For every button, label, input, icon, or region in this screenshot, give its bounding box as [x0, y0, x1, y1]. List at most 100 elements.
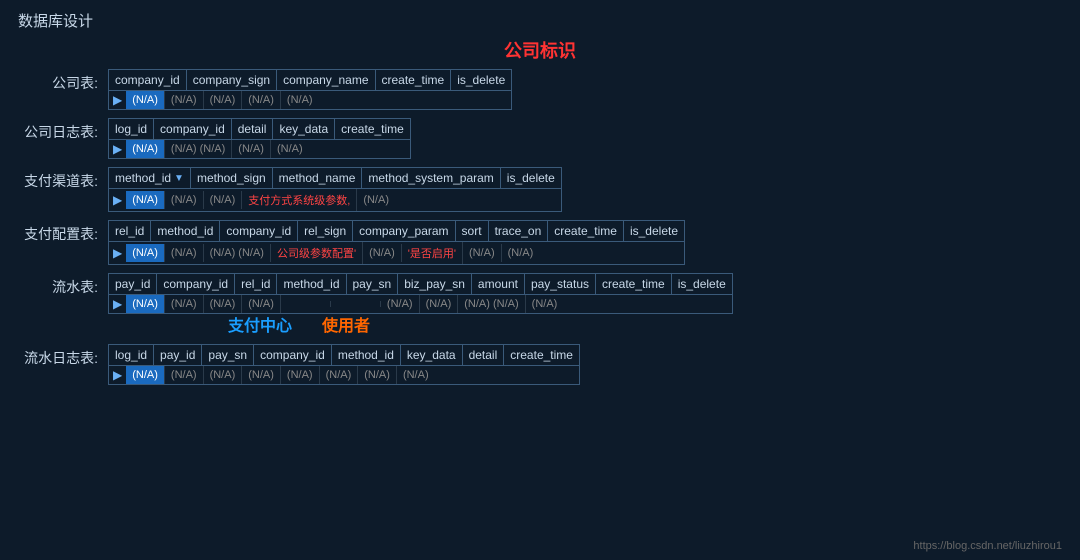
col-is-delete: is_delete — [672, 274, 732, 294]
cell-sort: (N/A) — [363, 244, 402, 262]
cell-method-id: (N/A) — [242, 295, 281, 313]
cell-company-id: (N/A) — [242, 366, 281, 384]
cell-pay-status: (N/A) — [420, 295, 459, 313]
cell-pay-sn — [281, 301, 331, 307]
company-log-table-row: 公司日志表: log_id company_id detail key_data… — [18, 118, 1062, 159]
cell-company-id: (N/A) — [126, 91, 165, 109]
page-title: 数据库设计 — [0, 0, 1080, 35]
col-detail: detail — [463, 345, 505, 365]
payment-channel-table: method_id ▼ method_sign method_name meth… — [108, 167, 562, 212]
col-sort: sort — [456, 221, 489, 241]
cell-is-delete: (N/A) — [502, 244, 540, 262]
cell-method-system-param: 支付方式系统级参数, — [242, 189, 357, 211]
col-method-id: method_id — [277, 274, 346, 294]
cell-company-id: (N/A) (N/A) — [165, 140, 232, 158]
col-method-name: method_name — [273, 168, 363, 188]
col-rel-id: rel_id — [235, 274, 277, 294]
watermark: https://blog.csdn.net/liuzhirou1 — [913, 540, 1062, 552]
cell-company-param: 公司级参数配置' — [271, 242, 363, 264]
cell-create-time: (N/A) (N/A) — [458, 295, 525, 313]
col-is-delete: is_delete — [451, 70, 511, 90]
company-log-table: log_id company_id detail key_data create… — [108, 118, 411, 159]
col-create-time: create_time — [376, 70, 452, 90]
col-rel-sign: rel_sign — [298, 221, 353, 241]
col-log-id: log_id — [109, 119, 154, 139]
company-table-label: 公司表: — [18, 69, 108, 93]
col-biz-pay-sn: biz_pay_sn — [398, 274, 472, 294]
col-method-sign: method_sign — [191, 168, 273, 188]
center-label: 公司标识 — [18, 37, 1062, 63]
col-create-time: create_time — [504, 345, 579, 365]
payment-channel-label: 支付渠道表: — [18, 167, 108, 191]
cell-biz-pay-sn — [331, 301, 381, 307]
col-company-name: company_name — [277, 70, 375, 90]
cell-is-delete: (N/A) — [281, 91, 319, 109]
row-arrow: ▶ — [109, 244, 126, 262]
cell-create-time: (N/A) — [242, 91, 281, 109]
col-company-id: company_id — [154, 119, 232, 139]
cell-company-name: (N/A) — [204, 91, 243, 109]
col-is-delete: is_delete — [501, 168, 561, 188]
col-is-delete: is_delete — [624, 221, 684, 241]
cell-method-sign: (N/A) — [165, 191, 204, 209]
cell-create-time: (N/A) — [397, 366, 435, 384]
cell-pay-id: (N/A) — [126, 295, 165, 313]
flow-log-label: 流水日志表: — [18, 344, 108, 368]
row-arrow: ▶ — [109, 295, 126, 313]
col-amount: amount — [472, 274, 525, 294]
col-company-id: company_id — [220, 221, 298, 241]
col-rel-id: rel_id — [109, 221, 151, 241]
row-arrow: ▶ — [109, 91, 126, 109]
col-company-param: company_param — [353, 221, 455, 241]
cell-amount: (N/A) — [381, 295, 420, 313]
col-create-time: create_time — [335, 119, 410, 139]
col-method-id: method_id ▼ — [109, 168, 191, 188]
payment-config-table-row: 支付配置表: rel_id method_id company_id rel_s… — [18, 220, 1062, 265]
cell-rel-id: (N/A) — [204, 295, 243, 313]
cell-key-data: (N/A) — [320, 366, 359, 384]
cell-detail: (N/A) — [232, 140, 271, 158]
company-table: company_id company_sign company_name cre… — [108, 69, 512, 110]
flow-log-table-row: 流水日志表: log_id pay_id pay_sn company_id m… — [18, 344, 1062, 385]
flow-log-table: log_id pay_id pay_sn company_id method_i… — [108, 344, 580, 385]
cell-method-name: (N/A) — [204, 191, 243, 209]
col-company-sign: company_sign — [187, 70, 277, 90]
col-method-id: method_id — [151, 221, 220, 241]
cell-pay-sn: (N/A) — [204, 366, 243, 384]
col-pay-id: pay_id — [109, 274, 157, 294]
cell-is-delete: (N/A) — [526, 295, 564, 313]
cell-method-id: (N/A) — [281, 366, 320, 384]
flow-table: pay_id company_id rel_id method_id pay_s… — [108, 273, 733, 314]
cell-detail: (N/A) — [358, 366, 397, 384]
col-pay-id: pay_id — [154, 345, 202, 365]
col-company-id: company_id — [254, 345, 332, 365]
col-trace-on: trace_on — [489, 221, 549, 241]
col-method-id: method_id — [332, 345, 401, 365]
cell-create-time: (N/A) — [463, 244, 502, 262]
cell-method-id: (N/A) — [126, 191, 165, 209]
flow-table-row: 流水表: pay_id company_id rel_id method_id … — [18, 273, 1062, 336]
payment-config-table: rel_id method_id company_id rel_sign com… — [108, 220, 685, 265]
row-arrow: ▶ — [109, 366, 126, 384]
col-pay-sn: pay_sn — [202, 345, 254, 365]
col-create-time: create_time — [548, 221, 624, 241]
cell-pay-id: (N/A) — [165, 366, 204, 384]
row-arrow: ▶ — [109, 140, 126, 158]
flow-center-label: 支付中心 — [228, 312, 292, 336]
flow-table-label: 流水表: — [18, 273, 108, 297]
cell-log-id: (N/A) — [126, 366, 165, 384]
cell-is-delete: (N/A) — [357, 191, 395, 209]
col-method-system-param: method_system_param — [362, 168, 500, 188]
col-pay-sn: pay_sn — [347, 274, 399, 294]
cell-company-id: (N/A) (N/A) — [204, 244, 271, 262]
cell-rel-id: (N/A) — [126, 244, 165, 262]
cell-trace-on: '是否启用' — [402, 242, 463, 264]
cell-company-sign: (N/A) — [165, 91, 204, 109]
company-log-table-label: 公司日志表: — [18, 118, 108, 142]
cell-log-id: (N/A) — [126, 140, 165, 158]
col-key-data: key_data — [273, 119, 335, 139]
col-detail: detail — [232, 119, 274, 139]
cell-create-time: (N/A) — [271, 140, 309, 158]
cell-method-id: (N/A) — [165, 244, 204, 262]
col-create-time: create_time — [596, 274, 672, 294]
